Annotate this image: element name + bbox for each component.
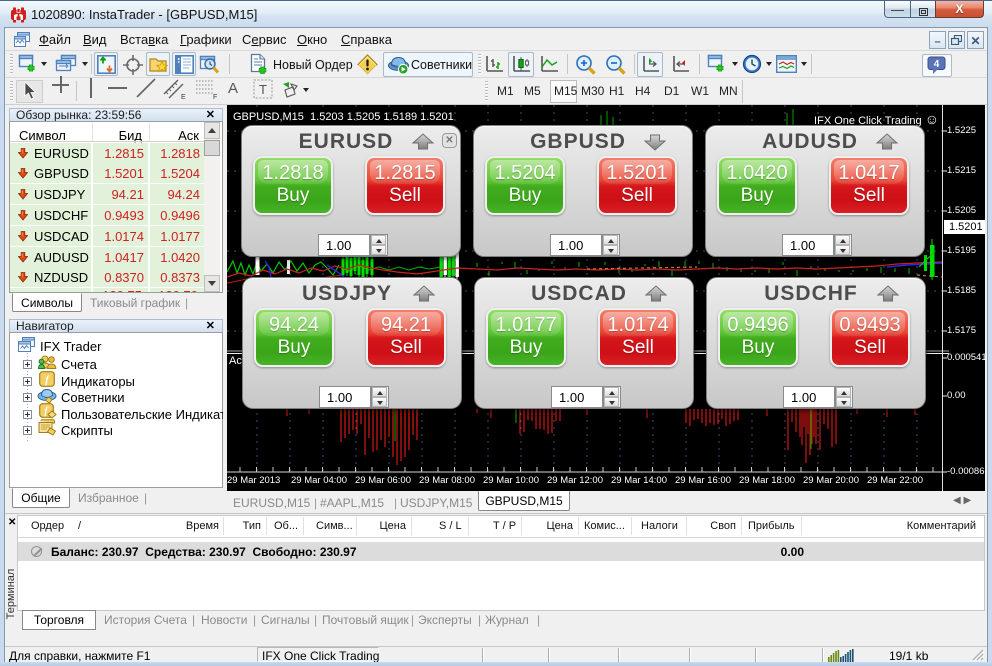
svg-text:T: T [259,82,267,97]
svg-text:E: E [181,94,186,100]
svg-text:F: F [213,94,217,100]
svg-text:4: 4 [934,59,940,70]
